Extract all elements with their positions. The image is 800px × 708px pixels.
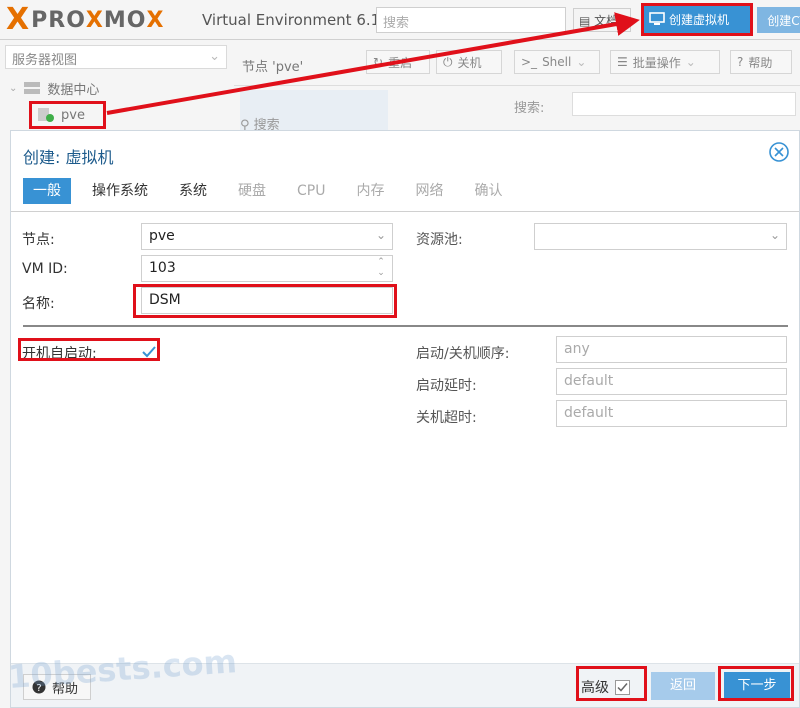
tab-confirm[interactable]: 确认 xyxy=(464,178,512,204)
tab-os[interactable]: 操作系统 xyxy=(82,178,158,204)
node-toolbar: 节点 'pve' ↻ 重启 ⏻ 关机 >_ Shell ⌄ ☰ 批量操作 ⌄ ? 帮助 xyxy=(234,40,800,86)
startup-delay-label: 启动延时: xyxy=(416,378,477,394)
node-online-icon xyxy=(38,108,54,122)
server-view-select[interactable]: 服务器视图 ⌄ xyxy=(5,45,227,69)
datacenter-label: 数据中心 xyxy=(47,82,100,98)
documentation-label: 文档 xyxy=(594,14,619,28)
logo-wordmark: PROXMOX xyxy=(31,7,165,33)
bulk-actions-button[interactable]: ☰ 批量操作 ⌄ xyxy=(610,50,720,74)
shutdown-timeout-label: 关机超时: xyxy=(416,410,477,426)
dialog-title: 创建: 虚拟机 xyxy=(23,148,114,167)
restart-label: 重启 xyxy=(388,55,413,70)
shutdown-label: 关机 xyxy=(457,55,482,70)
tab-disk[interactable]: 硬盘 xyxy=(228,178,276,204)
terminal-icon: >_ xyxy=(521,55,538,69)
vmid-value: 103 xyxy=(149,260,176,276)
proxmox-logo: X PROXMOX xyxy=(6,5,164,35)
chevron-down-icon: ⌄ xyxy=(209,49,220,64)
vm-name-input[interactable]: DSM xyxy=(141,287,393,314)
create-ct-button[interactable]: 创建CT xyxy=(757,7,800,33)
vmid-field-label: VM ID: xyxy=(22,261,68,277)
tab-network[interactable]: 网络 xyxy=(405,178,453,204)
create-vm-label: 创建虚拟机 xyxy=(669,12,730,27)
server-stack-icon xyxy=(24,82,41,94)
top-bar: X PROXMOX Virtual Environment 6.1-7 搜索 ▤… xyxy=(0,0,800,40)
advanced-toggle[interactable]: 高级 xyxy=(581,677,630,697)
tab-memory[interactable]: 内存 xyxy=(346,178,394,204)
global-search-input[interactable]: 搜索 xyxy=(376,7,566,33)
tree-item-datacenter[interactable]: ⌄ 数据中心 xyxy=(5,77,227,99)
wizard-tabs: 一般 操作系统 系统 硬盘 CPU 内存 网络 确认 xyxy=(23,178,523,204)
advanced-checkbox[interactable] xyxy=(615,679,630,695)
resource-tree: 服务器视图 ⌄ ⌄ 数据中心 pve xyxy=(0,40,232,135)
onboot-field-label: 开机自启动: xyxy=(22,346,97,362)
boot-order-label: 启动/关机顺序: xyxy=(416,346,510,362)
close-icon[interactable] xyxy=(768,141,790,163)
chevron-down-icon: ⌄ xyxy=(576,55,587,69)
spinner-arrows-icon[interactable]: ⌃ ⌄ xyxy=(376,257,386,279)
node-help-label: 帮助 xyxy=(748,55,773,70)
create-ct-label: 创建CT xyxy=(767,13,800,28)
shell-label: Shell xyxy=(542,55,572,69)
advanced-label: 高级 xyxy=(581,680,609,696)
back-button[interactable]: 返回 xyxy=(651,672,715,700)
boot-order-input[interactable]: any xyxy=(556,336,787,363)
tab-divider xyxy=(11,211,799,212)
onboot-checkbox[interactable] xyxy=(141,344,157,360)
restart-icon: ↻ xyxy=(373,55,384,69)
chevron-down-icon: ⌄ xyxy=(769,228,780,242)
chevron-down-icon: ⌄ xyxy=(685,55,696,69)
node-select-value: pve xyxy=(149,228,175,244)
power-icon: ⏻ xyxy=(443,54,453,69)
documentation-button[interactable]: ▤ 文档 xyxy=(573,8,631,32)
bulk-actions-label: 批量操作 xyxy=(632,55,681,70)
tree-item-node-pve[interactable]: pve xyxy=(29,102,105,128)
resource-pool-select[interactable]: ⌄ xyxy=(534,223,787,250)
monitor-icon xyxy=(649,12,665,25)
shutdown-button[interactable]: ⏻ 关机 xyxy=(436,50,502,74)
node-help-button[interactable]: ? 帮助 xyxy=(730,50,792,74)
help-circle-icon: ? xyxy=(737,55,744,69)
section-divider xyxy=(23,325,788,327)
create-vm-button[interactable]: 创建虚拟机 xyxy=(643,5,751,33)
node-label: pve xyxy=(61,107,85,123)
list-icon: ☰ xyxy=(617,55,628,69)
book-icon: ▤ xyxy=(579,14,591,28)
pool-field-label: 资源池: xyxy=(416,232,463,248)
create-vm-dialog: 创建: 虚拟机 一般 操作系统 系统 硬盘 CPU 内存 网络 确认 节点: p… xyxy=(10,130,800,708)
version-label: Virtual Environment 6.1-7 xyxy=(202,11,396,29)
node-field-label: 节点: xyxy=(22,232,55,248)
chevron-down-icon: ⌄ xyxy=(375,228,386,242)
vmid-spinner[interactable]: 103 ⌃ ⌄ xyxy=(141,255,393,282)
vm-name-value: DSM xyxy=(149,292,181,308)
search-label: 搜索: xyxy=(514,101,545,116)
tab-cpu[interactable]: CPU xyxy=(287,178,335,204)
node-search-input[interactable] xyxy=(572,92,796,116)
restart-button[interactable]: ↻ 重启 xyxy=(366,50,430,74)
node-select[interactable]: pve ⌄ xyxy=(141,223,393,250)
next-button[interactable]: 下一步 xyxy=(724,672,790,700)
shutdown-timeout-input[interactable]: default xyxy=(556,400,787,427)
tab-general[interactable]: 一般 xyxy=(23,178,71,204)
startup-delay-input[interactable]: default xyxy=(556,368,787,395)
shell-button[interactable]: >_ Shell ⌄ xyxy=(514,50,600,74)
tab-system[interactable]: 系统 xyxy=(169,178,217,204)
logo-x-mark: X xyxy=(6,2,30,37)
server-view-label: 服务器视图 xyxy=(12,53,78,68)
node-title: 节点 'pve' xyxy=(242,60,304,75)
expand-toggle-icon: ⌄ xyxy=(9,82,18,94)
node-subbar: ⚲ 搜索 搜索: xyxy=(234,86,800,133)
name-field-label: 名称: xyxy=(22,296,55,312)
